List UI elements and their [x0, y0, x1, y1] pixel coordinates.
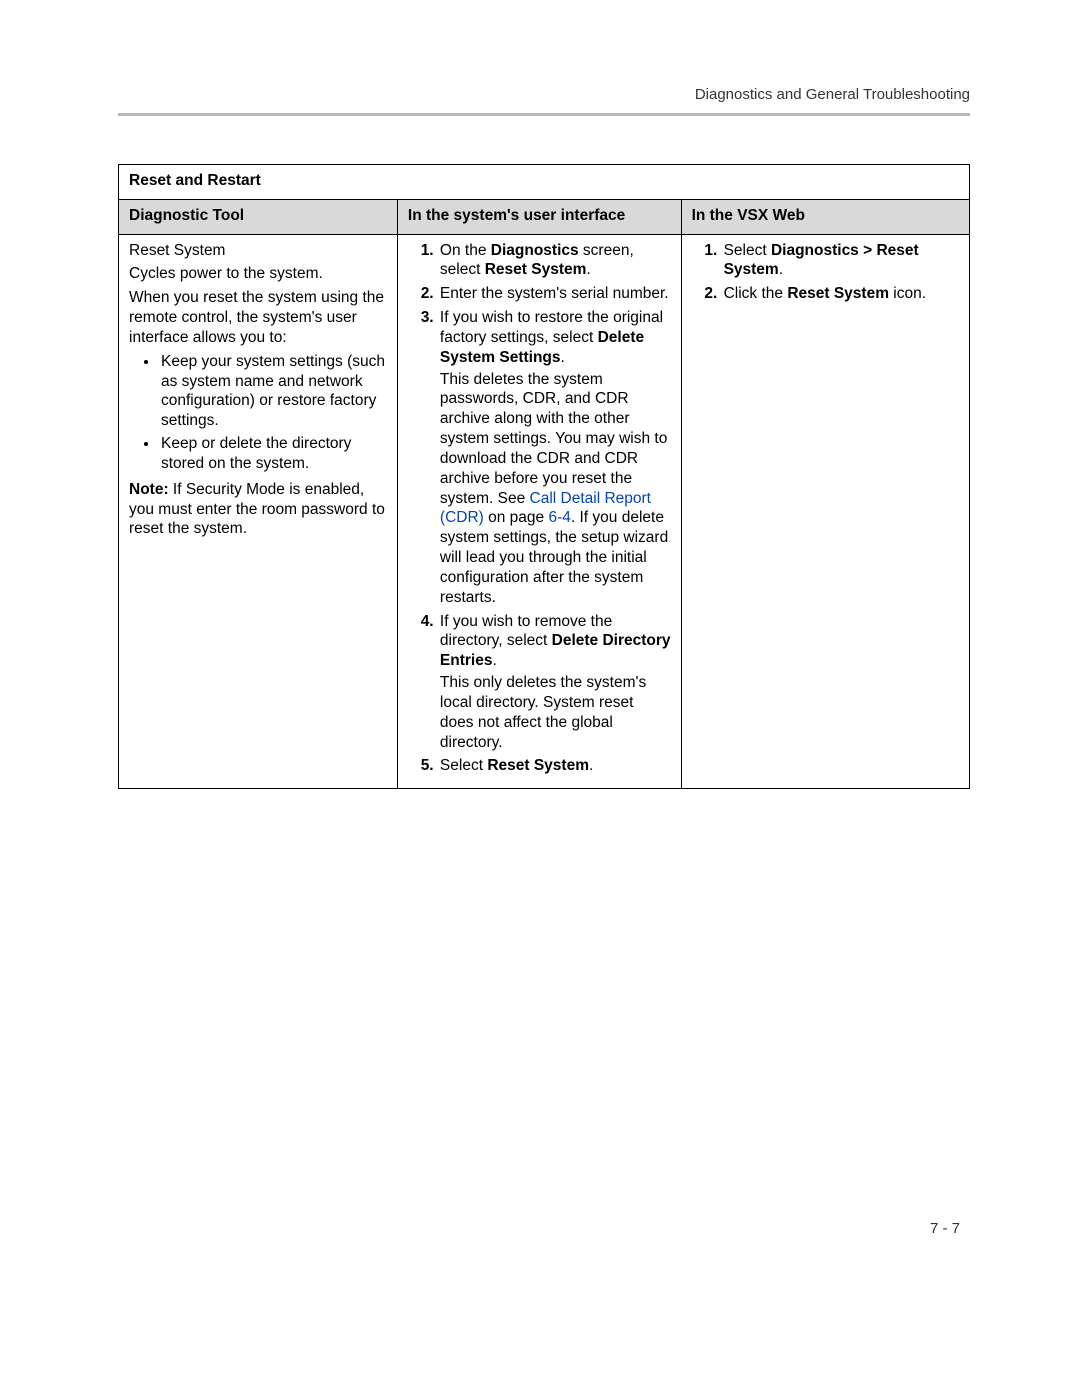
page-header: Diagnostics and General Troubleshooting: [118, 86, 970, 103]
table-header-row: Diagnostic Tool In the system's user int…: [119, 199, 970, 234]
list-item: On the Diagnostics screen, select Reset …: [438, 241, 671, 281]
list-item: Keep or delete the directory stored on t…: [159, 434, 387, 474]
cell-diagnostic-tool: Reset System Cycles power to the system.…: [119, 234, 398, 789]
col-header-diagnostic-tool: Diagnostic Tool: [119, 199, 398, 234]
col-header-user-interface: In the system's user interface: [397, 199, 681, 234]
page-number: 7 - 7: [930, 1220, 960, 1237]
list-item: Select Diagnostics > Reset System.: [722, 241, 959, 281]
page-ref-link[interactable]: 6-4: [548, 509, 570, 526]
note-label: Note:: [129, 481, 169, 498]
table-title: Reset and Restart: [119, 165, 970, 200]
step4-subtext: This only deletes the system's local dir…: [440, 673, 671, 752]
step3-subtext: This deletes the system passwords, CDR, …: [440, 370, 671, 608]
list-item: Keep your system settings (such as syste…: [159, 352, 387, 431]
security-note: Note: If Security Mode is enabled, you m…: [129, 480, 387, 539]
ui-steps: On the Diagnostics screen, select Reset …: [408, 241, 671, 777]
reset-restart-table: Reset and Restart Diagnostic Tool In the…: [118, 164, 970, 789]
intro-text: When you reset the system using the remo…: [129, 288, 387, 347]
header-rule: [118, 113, 970, 116]
table-title-row: Reset and Restart: [119, 165, 970, 200]
list-item: Enter the system's serial number.: [438, 284, 671, 304]
reset-system-heading: Reset System: [129, 241, 387, 261]
cycles-power-text: Cycles power to the system.: [129, 264, 387, 284]
list-item: Click the Reset System icon.: [722, 284, 959, 304]
list-item: If you wish to remove the directory, sel…: [438, 612, 671, 753]
page: Diagnostics and General Troubleshooting …: [0, 0, 1080, 1397]
table-body-row: Reset System Cycles power to the system.…: [119, 234, 970, 789]
list-item: If you wish to restore the original fact…: [438, 308, 671, 607]
col-header-vsx-web: In the VSX Web: [681, 199, 969, 234]
list-item: Select Reset System.: [438, 756, 671, 776]
cell-user-interface: On the Diagnostics screen, select Reset …: [397, 234, 681, 789]
web-steps: Select Diagnostics > Reset System. Click…: [692, 241, 959, 304]
cell-vsx-web: Select Diagnostics > Reset System. Click…: [681, 234, 969, 789]
options-list: Keep your system settings (such as syste…: [129, 352, 387, 474]
